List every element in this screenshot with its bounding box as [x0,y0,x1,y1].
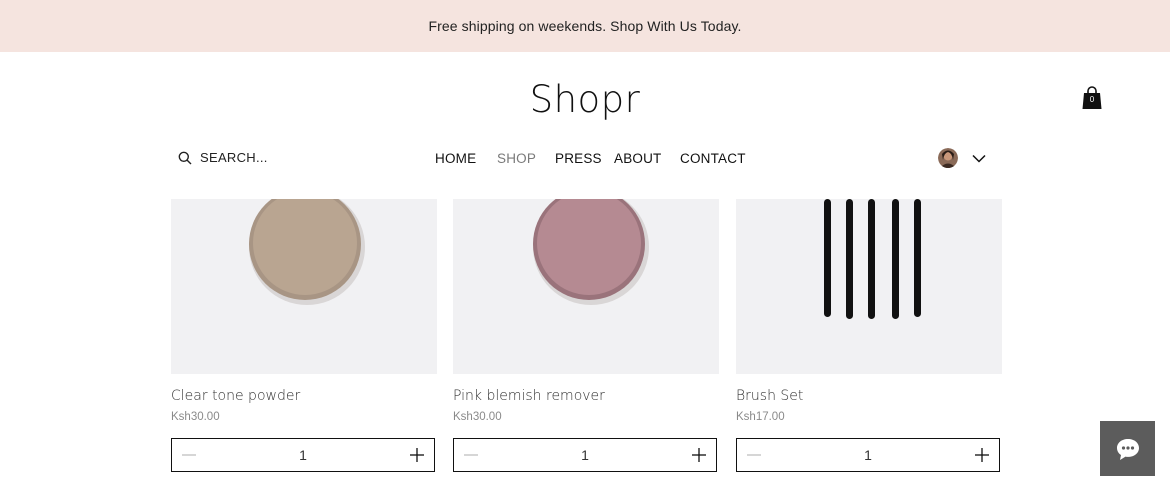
decrement-button[interactable] [462,446,480,464]
nav-item-home[interactable]: HOME [435,151,476,166]
plus-icon [409,448,424,462]
cart-button[interactable]: 0 [1082,86,1102,110]
minus-icon [747,454,761,456]
main-nav: HOME SHOP PRESS ABOUT CONTACT [0,151,1170,171]
announcement-text: Free shipping on weekends. Shop With Us … [428,18,742,34]
decrement-button[interactable] [745,446,763,464]
nav-item-about[interactable]: ABOUT [614,151,662,166]
product-image[interactable] [453,199,719,374]
chat-bubble-icon [1116,438,1139,460]
cart-count: 0 [1089,95,1095,104]
decrement-button[interactable] [180,446,198,464]
avatar[interactable] [938,148,958,168]
product-name[interactable]: Pink blemish remover [453,388,605,404]
increment-button[interactable] [690,446,708,464]
brush-set-illustration [824,199,921,319]
product-name[interactable]: Brush Set [736,388,803,404]
chevron-down-icon[interactable] [972,154,986,163]
minus-icon [464,454,478,456]
nav-item-press[interactable]: PRESS [555,151,602,166]
product-card[interactable]: Brush Set Ksh17.00 1 [736,199,1002,472]
quantity-value[interactable]: 1 [864,447,872,463]
plus-icon [974,448,989,462]
chat-button[interactable] [1100,421,1155,476]
account-menu[interactable] [938,148,986,168]
site-logo[interactable]: Shopr [0,78,1170,121]
product-price: Ksh17.00 [736,411,785,423]
quantity-stepper[interactable]: 1 [171,438,435,472]
product-image[interactable] [171,199,437,374]
product-image[interactable] [736,199,1002,374]
quantity-stepper[interactable]: 1 [453,438,717,472]
product-card[interactable]: Clear tone powder Ksh30.00 1 [171,199,437,472]
minus-icon [182,454,196,456]
nav-item-shop[interactable]: SHOP [497,151,536,166]
plus-icon [691,448,706,462]
product-price: Ksh30.00 [171,411,220,423]
increment-button[interactable] [408,446,426,464]
product-card[interactable]: Pink blemish remover Ksh30.00 1 [453,199,719,472]
quantity-value[interactable]: 1 [299,447,307,463]
product-name[interactable]: Clear tone powder [171,388,300,404]
quantity-stepper[interactable]: 1 [736,438,1000,472]
nav-item-contact[interactable]: CONTACT [680,151,746,166]
quantity-value[interactable]: 1 [581,447,589,463]
product-price: Ksh30.00 [453,411,502,423]
announcement-banner: Free shipping on weekends. Shop With Us … [0,0,1170,52]
increment-button[interactable] [973,446,991,464]
